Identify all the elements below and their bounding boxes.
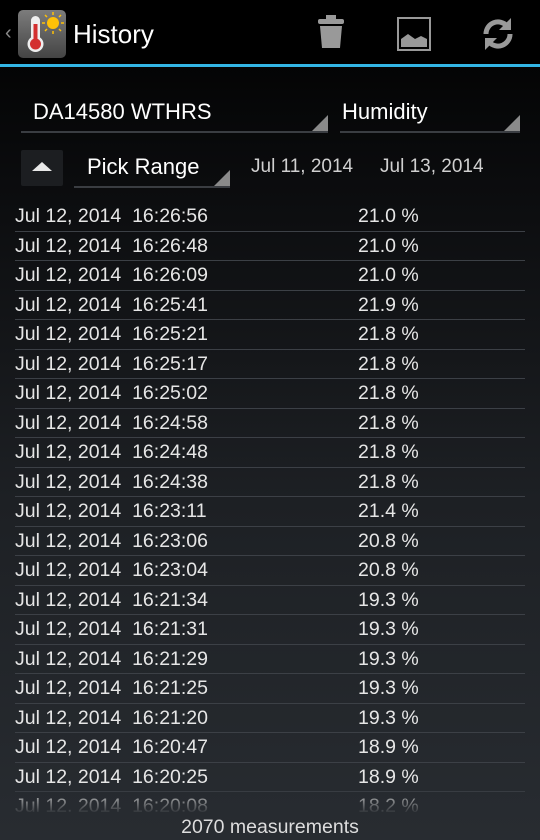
measurement-value: 21.4 % [358,500,419,522]
dropdown-corner-icon [312,115,328,131]
list-item[interactable]: Jul 12, 2014 16:25:02 21.8 % [15,379,525,409]
list-item[interactable]: Jul 12, 2014 16:25:41 21.9 % [15,291,525,320]
measurement-time: Jul 12, 2014 16:21:29 [15,647,208,670]
measurement-time: Jul 12, 2014 16:20:08 [15,795,208,812]
measurement-value: 19.3 % [358,588,419,611]
measurement-count: 2070 measurements [181,816,359,838]
measurement-value: 20.8 % [358,559,419,581]
list-item[interactable]: Jul 12, 2014 16:21:20 19.3 % [15,704,525,733]
measurement-value: 18.2 % [358,795,419,812]
list-item[interactable]: Jul 12, 2014 16:21:25 19.3 % [15,674,525,704]
list-item[interactable]: Jul 12, 2014 16:20:08 18.2 % [15,792,525,812]
range-spinner-value: Pick Range [87,154,200,179]
list-item[interactable]: Jul 12, 2014 16:24:38 21.8 % [15,468,525,497]
measurement-value: 21.9 % [358,293,419,316]
measurement-time: Jul 12, 2014 16:21:25 [15,677,208,699]
list-item[interactable]: Jul 12, 2014 16:26:09 21.0 % [15,261,525,291]
delete-button[interactable] [311,14,351,54]
sort-order-up-button[interactable] [21,150,63,186]
measurement-value: 19.3 % [358,647,419,670]
measurement-value: 18.9 % [358,765,419,788]
measurement-value: 20.8 % [358,529,419,552]
back-chevron-icon: ‹ [5,22,12,44]
measurement-time: Jul 12, 2014 16:20:47 [15,736,208,758]
measurement-time: Jul 12, 2014 16:26:48 [15,234,208,257]
dropdown-corner-icon [504,115,520,131]
image-icon [397,17,431,51]
range-start-date[interactable]: Jul 11, 2014 [251,156,353,178]
measurement-time: Jul 12, 2014 16:23:06 [15,529,208,552]
measurement-value: 19.3 % [358,677,419,699]
page-title: History [73,19,154,49]
measurement-time: Jul 12, 2014 16:25:02 [15,382,208,404]
measurement-time: Jul 12, 2014 16:26:09 [15,264,208,286]
list-item[interactable]: Jul 12, 2014 16:21:34 19.3 % [15,586,525,615]
measurement-time: Jul 12, 2014 16:25:17 [15,352,208,375]
list-item[interactable]: Jul 12, 2014 16:26:48 21.0 % [15,232,525,261]
measurement-value: 21.8 % [358,411,419,434]
sensor-spinner-value: Humidity [342,99,428,124]
measurement-time: Jul 12, 2014 16:24:58 [15,411,208,434]
measurement-value: 21.8 % [358,470,419,493]
list-item[interactable]: Jul 12, 2014 16:25:21 21.8 % [15,320,525,350]
list-item[interactable]: Jul 12, 2014 16:25:17 21.8 % [15,350,525,379]
measurement-time: Jul 12, 2014 16:21:34 [15,588,208,611]
action-bar: ‹ History [0,0,540,67]
measurement-value: 21.8 % [358,382,419,404]
list-item[interactable]: Jul 12, 2014 16:26:56 21.0 % [15,202,525,232]
list-item[interactable]: Jul 12, 2014 16:23:11 21.4 % [15,497,525,527]
measurement-time: Jul 12, 2014 16:21:31 [15,618,208,640]
measurement-time: Jul 12, 2014 16:25:41 [15,293,208,316]
measurement-value: 21.8 % [358,352,419,375]
measurement-value: 19.3 % [358,618,419,640]
device-spinner[interactable]: DA14580 WTHRS [21,93,328,133]
measurement-time: Jul 12, 2014 16:24:48 [15,441,208,463]
measurement-time: Jul 12, 2014 16:21:20 [15,706,208,729]
dropdown-corner-icon [214,170,230,186]
list-item[interactable]: Jul 12, 2014 16:23:04 20.8 % [15,556,525,586]
measurement-time: Jul 12, 2014 16:26:56 [15,205,208,227]
device-spinner-value: DA14580 WTHRS [33,99,212,124]
list-item[interactable]: Jul 12, 2014 16:21:31 19.3 % [15,615,525,645]
chart-image-button[interactable] [394,14,434,54]
trash-icon [318,15,344,48]
measurement-value: 21.0 % [358,205,419,227]
measurement-value: 21.8 % [358,323,419,345]
measurement-time: Jul 12, 2014 16:20:25 [15,765,208,788]
app-thermometer-sun-icon [18,10,66,58]
range-end-date[interactable]: Jul 13, 2014 [380,156,484,178]
sensor-spinner[interactable]: Humidity [340,93,520,133]
measurement-time: Jul 12, 2014 16:23:04 [15,559,208,581]
list-item[interactable]: Jul 12, 2014 16:24:58 21.8 % [15,409,525,438]
measurement-list[interactable]: Jul 12, 2014 16:26:56 21.0 % Jul 12, 2014 … [15,202,525,812]
measurement-value: 21.0 % [358,264,419,286]
measurement-value: 19.3 % [358,706,419,729]
list-item[interactable]: Jul 12, 2014 16:24:48 21.8 % [15,438,525,468]
list-item[interactable]: Jul 12, 2014 16:21:29 19.3 % [15,645,525,674]
measurement-time: Jul 12, 2014 16:25:21 [15,323,208,345]
measurement-value: 21.0 % [358,234,419,257]
list-item[interactable]: Jul 12, 2014 16:20:47 18.9 % [15,733,525,763]
measurement-time: Jul 12, 2014 16:24:38 [15,470,208,493]
measurement-value: 21.8 % [358,441,419,463]
range-spinner[interactable]: Pick Range [74,148,230,188]
refresh-icon [483,18,513,50]
list-item[interactable]: Jul 12, 2014 16:20:25 18.9 % [15,763,525,792]
list-item[interactable]: Jul 12, 2014 16:23:06 20.8 % [15,527,525,556]
refresh-button[interactable] [478,14,518,54]
measurement-time: Jul 12, 2014 16:23:11 [15,500,207,522]
measurement-value: 18.9 % [358,736,419,758]
